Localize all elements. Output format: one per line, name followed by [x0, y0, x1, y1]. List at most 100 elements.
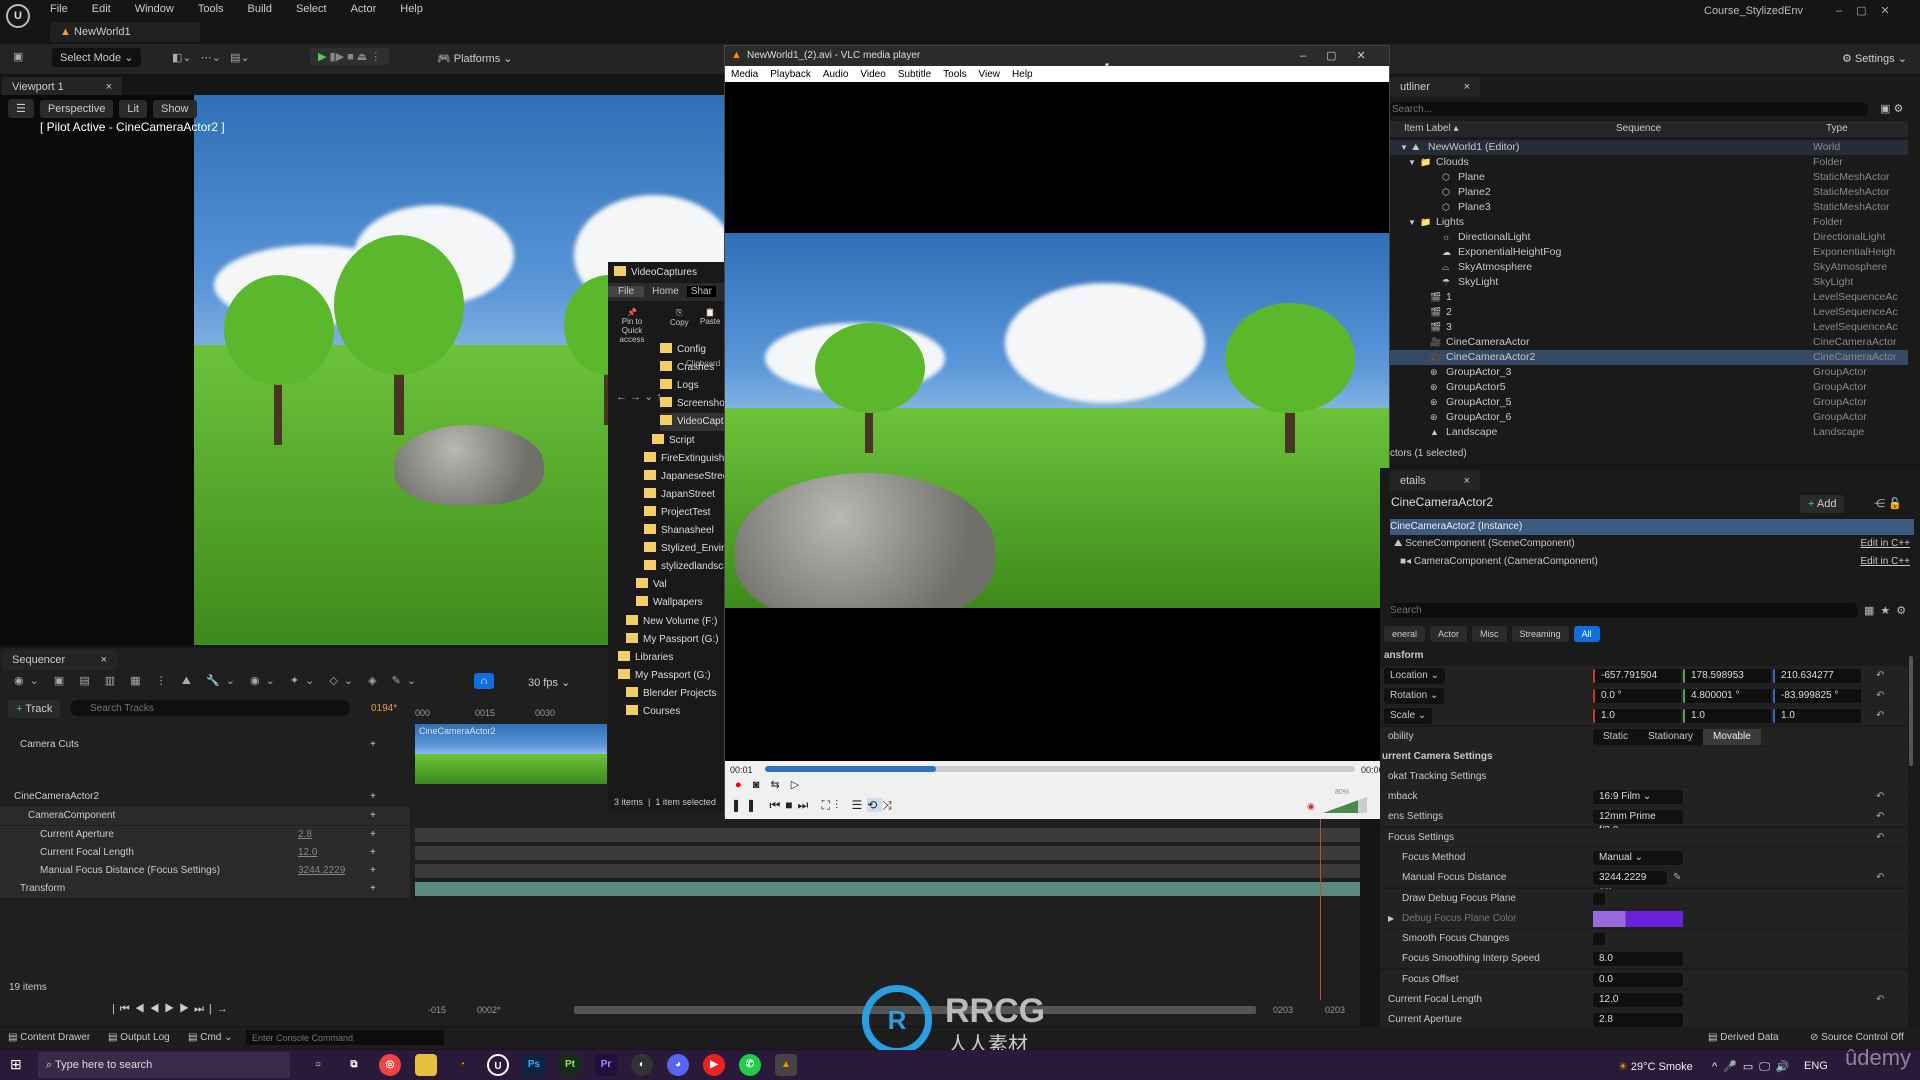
mobility-movable[interactable]: Movable [1703, 729, 1761, 745]
add-key-icon[interactable]: + [370, 844, 376, 862]
outliner-row[interactable]: ⬡ Plane3 StaticMeshActor [1390, 200, 1908, 215]
component-scene[interactable]: ⛰ SceneComponent (SceneComponent) Edit in… [1394, 538, 1910, 549]
console-input[interactable] [246, 1030, 444, 1045]
close-icon[interactable]: × [101, 654, 107, 666]
add-key-icon[interactable]: + [370, 807, 376, 825]
viewport-menu-icon[interactable]: ☰ [8, 99, 34, 118]
edit-cpp-link[interactable]: Edit in C++ [1861, 556, 1910, 567]
chrome-icon[interactable]: ◎ [379, 1054, 401, 1076]
folder-item[interactable]: Blender Projects [626, 685, 716, 703]
section-transform[interactable]: ansform [1384, 650, 1423, 661]
folder-item[interactable]: Script [652, 432, 695, 450]
outliner-row[interactable]: ▼ 📁 Lights Folder [1390, 215, 1908, 230]
range-in[interactable]: 0002* [477, 1005, 501, 1015]
filter-actor[interactable]: Actor [1430, 626, 1468, 642]
expand-arrow-icon[interactable]: ▼ [1408, 215, 1416, 230]
discord-icon[interactable]: ◕ [667, 1054, 689, 1076]
advanced-controls[interactable]: ● ◙ ⇆ ▷ [735, 778, 803, 791]
vlc-menu-media[interactable]: Media [731, 69, 758, 80]
outliner-row[interactable]: ▼ 📁 Clouds Folder [1390, 155, 1908, 170]
rotation-dropdown[interactable]: Rotation ⌄ [1384, 688, 1445, 704]
snapshot-icon[interactable]: ◙ [753, 779, 764, 791]
outliner-row[interactable]: ☁ ExponentialHeightFog ExponentialHeigh [1390, 245, 1908, 260]
property-field[interactable]: 3244.2229 cm [1593, 871, 1667, 897]
fullscreen-icon[interactable]: ⛶ [822, 798, 835, 812]
property-dropdown[interactable]: 12mm Prime f/2.8 ⌄ [1593, 810, 1683, 836]
folder-item[interactable]: Crashes [660, 359, 714, 377]
volume-slider[interactable] [1323, 797, 1367, 813]
col-type[interactable]: Type [1826, 121, 1848, 137]
filter-misc[interactable]: Misc [1472, 626, 1507, 642]
platforms-button[interactable]: 🎮 Platforms ⌄ [437, 52, 513, 65]
outliner-tab[interactable]: utliner × [1390, 77, 1480, 97]
next-icon[interactable]: ⏭ [798, 798, 814, 812]
add-key-icon[interactable]: + [370, 826, 376, 844]
outliner-row[interactable]: 🎬 2 LevelSequenceAc [1390, 305, 1908, 320]
track-lane[interactable] [415, 846, 1360, 860]
mute-icon[interactable]: ◉ [1307, 801, 1315, 812]
outliner-row[interactable]: 🎥 CineCameraActor2 CineCameraActor [1390, 350, 1908, 365]
outliner-row[interactable]: ⌓ SkyAtmosphere SkyAtmosphere [1390, 260, 1908, 275]
outliner-search-input[interactable] [1390, 102, 1868, 116]
current-frame[interactable]: 0194* [371, 703, 397, 714]
track-lane[interactable] [415, 828, 1360, 842]
rotation-x-field[interactable]: 0.0 ° [1593, 689, 1681, 703]
snap-toggle[interactable]: ∩ [474, 673, 494, 689]
language[interactable]: ENG [1804, 1060, 1828, 1072]
expand-arrow-icon[interactable]: ▼ [1408, 155, 1416, 170]
location-y-field[interactable]: 178.598953 [1683, 669, 1771, 683]
scale-dropdown[interactable]: Scale ⌄ [1384, 708, 1433, 724]
track-value[interactable]: 2.8 [298, 826, 312, 844]
folder-item[interactable]: Wallpapers [636, 594, 703, 612]
outliner-row[interactable]: ⊛ GroupActor_6 GroupActor [1390, 410, 1908, 425]
youtube-music-icon[interactable]: ▶ [703, 1054, 725, 1076]
location-dropdown[interactable]: Location ⌄ [1384, 668, 1445, 684]
fps-select[interactable]: 30 fps ⌄ [528, 676, 570, 689]
playhead[interactable] [1320, 810, 1321, 1000]
lit-button[interactable]: Lit [119, 99, 147, 118]
file-explorer-icon[interactable] [415, 1054, 437, 1076]
perspective-button[interactable]: Perspective [39, 99, 114, 118]
menu-build[interactable]: Build [248, 3, 272, 15]
sequencer-track[interactable]: Manual Focus Distance (Focus Settings) 32… [0, 862, 410, 880]
expand-arrow-icon[interactable]: ▶ [1388, 909, 1394, 929]
reset-icon[interactable]: ↶ [1876, 828, 1884, 848]
cmd-select[interactable]: ▤ Cmd ⌄ [188, 1027, 233, 1049]
paste-button[interactable]: 📋 Paste [700, 308, 720, 326]
taskbar-search[interactable]: ⌕ Type here to search [38, 1052, 290, 1078]
folder-item[interactable]: Config [660, 341, 706, 359]
photoshop-icon[interactable]: Ps [523, 1054, 545, 1076]
output-log-button[interactable]: ▤ Output Log [108, 1027, 170, 1049]
vlc-menu-audio[interactable]: Audio [823, 69, 849, 80]
task-view-icon[interactable]: ⧉ [343, 1054, 365, 1076]
outliner-row[interactable]: 🎬 3 LevelSequenceAc [1390, 320, 1908, 335]
folder-item[interactable]: My Passport (G:) [626, 631, 719, 649]
vlc-menu-tools[interactable]: Tools [943, 69, 966, 80]
folder-item[interactable]: New Volume (F:) [626, 613, 717, 631]
checkbox[interactable] [1593, 933, 1605, 946]
folder-item[interactable]: ProjectTest [644, 504, 710, 522]
playlist-icon[interactable]: ☰ [851, 798, 867, 812]
menu-tools[interactable]: Tools [198, 3, 224, 15]
add-key-icon[interactable]: + [370, 788, 376, 806]
close-icon[interactable]: × [1464, 475, 1470, 487]
camera-cut-clip[interactable]: CineCameraActor2 [415, 724, 607, 784]
stop-icon[interactable]: ■ [785, 798, 797, 812]
vlc-window-controls[interactable]: –▢✕ [1300, 49, 1386, 62]
outliner-row[interactable]: ☂ SkyLight SkyLight [1390, 275, 1908, 290]
sequencer-tab[interactable]: Sequencer × [2, 650, 117, 670]
outliner-actions[interactable]: ▣ ⚙ [1880, 102, 1903, 115]
menu-file[interactable]: File [50, 3, 68, 15]
outliner-row[interactable]: ⊛ GroupActor_5 GroupActor [1390, 395, 1908, 410]
menu-select[interactable]: Select [296, 3, 327, 15]
copy-button[interactable]: ⎘ Copy [670, 308, 689, 327]
transport-controls[interactable]: |⏮◀◀▶▶⏭|→ [112, 1003, 233, 1016]
range-start[interactable]: -015 [428, 1005, 446, 1015]
premiere-icon[interactable]: Pr [595, 1054, 617, 1076]
filter-all[interactable]: All [1573, 626, 1600, 642]
color-swatch[interactable] [1593, 910, 1683, 927]
painter-icon[interactable]: Pt [559, 1054, 581, 1076]
outliner-row[interactable]: ⊛ GroupActor_3 GroupActor [1390, 365, 1908, 380]
vlc-menu-view[interactable]: View [979, 69, 1001, 80]
window-controls[interactable]: –▢✕ [1836, 4, 1904, 17]
